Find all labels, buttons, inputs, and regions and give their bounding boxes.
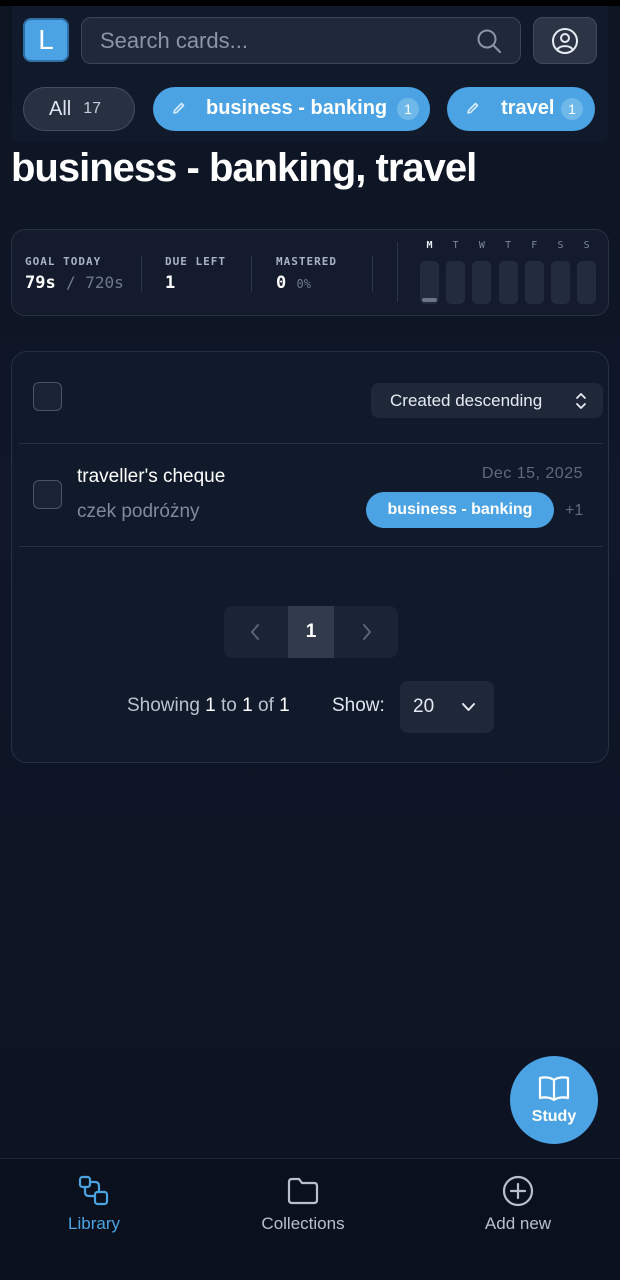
weekday-progress-bar <box>420 261 439 304</box>
per-page-value: 20 <box>413 696 435 717</box>
filter-chip-travel[interactable]: travel 1 <box>447 87 595 131</box>
mastered-count: 0 <box>276 273 287 293</box>
goal-today-value: 79s / 720s <box>25 273 124 293</box>
pagination: 1 <box>224 606 398 658</box>
chevron-down-icon <box>462 703 475 711</box>
mastered-percent: 0% <box>296 277 311 291</box>
profile-button[interactable] <box>533 17 597 64</box>
weekday-progress-fill <box>422 298 437 302</box>
prev-page-button[interactable] <box>224 606 286 658</box>
goal-total: / 720s <box>65 273 124 292</box>
library-icon <box>78 1175 109 1206</box>
pencil-icon[interactable] <box>171 100 187 116</box>
sort-select[interactable]: Created descending <box>371 383 603 418</box>
divider <box>141 256 142 292</box>
mastered-value: 0 0% <box>276 273 311 293</box>
showing-from: 1 <box>205 695 216 716</box>
nav-collections-label: Collections <box>261 1214 345 1233</box>
divider <box>251 256 252 292</box>
showing-of-word: of <box>258 695 274 716</box>
nav-add-new-label: Add new <box>484 1214 552 1233</box>
card-tag[interactable]: business - banking <box>366 492 554 528</box>
chevron-left-icon <box>251 624 259 640</box>
page-title: business - banking, travel <box>11 146 477 190</box>
chip-label: travel <box>501 97 555 119</box>
mastered-label: MASTERED <box>276 255 337 268</box>
chip-label: All <box>49 97 72 120</box>
goal-done: 79s <box>25 273 56 293</box>
sort-label: Created descending <box>390 390 543 410</box>
card-date: Dec 15, 2025 <box>481 465 583 482</box>
per-page-select[interactable]: 20 <box>400 681 494 733</box>
chip-count: 1 <box>561 98 583 120</box>
weekday-label: T <box>452 240 459 251</box>
filter-chip-all[interactable]: All 17 <box>23 87 135 131</box>
weekday-label: T <box>505 240 512 251</box>
weekday-label: F <box>531 240 538 251</box>
study-button[interactable]: Study <box>510 1056 598 1144</box>
row-checkbox[interactable] <box>33 480 62 509</box>
due-left-value: 1 <box>165 273 176 293</box>
goal-today-label: GOAL TODAY <box>25 255 102 268</box>
chip-count: 1 <box>397 98 419 120</box>
select-all-checkbox[interactable] <box>33 382 62 411</box>
logo-letter: L <box>38 24 54 55</box>
sort-arrows-icon <box>576 393 586 409</box>
search-input[interactable] <box>100 27 460 54</box>
cards-panel: Created descending traveller's cheque cz… <box>11 351 609 763</box>
open-book-icon <box>538 1076 570 1102</box>
nav-library-label: Library <box>68 1214 120 1233</box>
study-label: Study <box>531 1108 577 1125</box>
weekday-progress-bar <box>577 261 597 304</box>
more-tags-count[interactable]: +1 <box>565 502 583 520</box>
search-bar[interactable] <box>81 17 521 64</box>
nav-add-new[interactable]: Add new <box>438 1159 598 1259</box>
weekday-progress-bar <box>551 261 570 304</box>
due-left-label: DUE LEFT <box>165 255 226 268</box>
weekday-label: S <box>557 240 564 251</box>
pencil-icon[interactable] <box>465 100 481 116</box>
weekday-label: M <box>426 240 433 251</box>
card-front-text: traveller's cheque <box>77 466 226 487</box>
card-back-text: czek podróżny <box>77 501 200 522</box>
weekday-progress-bar <box>498 261 518 304</box>
stats-panel: GOAL TODAY 79s / 720s DUE LEFT 1 MASTERE… <box>11 229 609 316</box>
showing-to-word: to <box>221 695 237 716</box>
showing-prefix: Showing <box>127 695 200 716</box>
per-page-label: Show: <box>332 695 385 716</box>
weekday-label: W <box>478 240 485 251</box>
showing-summary: Showing 1 to 1 of 1 <box>127 695 290 717</box>
plus-circle-icon <box>502 1175 534 1207</box>
divider <box>372 256 373 292</box>
filter-chip-business-banking[interactable]: business - banking 1 <box>153 87 430 131</box>
nav-collections[interactable]: Collections <box>223 1159 383 1259</box>
folder-icon <box>287 1177 319 1205</box>
bottom-navigation: Library Collections Add new <box>0 1158 620 1280</box>
current-page-button[interactable]: 1 <box>288 606 334 658</box>
chip-label: business - banking <box>206 97 388 119</box>
user-icon <box>552 27 578 54</box>
weekday-progress-bar <box>446 261 466 304</box>
divider <box>19 443 603 444</box>
weekday-progress-bar <box>524 261 544 304</box>
chevron-right-icon <box>363 624 371 640</box>
chip-count: 17 <box>83 100 102 117</box>
weekday-label: S <box>583 240 590 251</box>
showing-to: 1 <box>242 695 253 716</box>
divider <box>397 242 398 302</box>
nav-library[interactable]: Library <box>14 1159 174 1259</box>
app-logo[interactable]: L <box>23 18 69 62</box>
divider <box>19 546 603 547</box>
weekday-progress-bar <box>472 261 492 304</box>
search-icon[interactable] <box>476 28 502 54</box>
next-page-button[interactable] <box>336 606 398 658</box>
showing-total: 1 <box>279 695 290 716</box>
